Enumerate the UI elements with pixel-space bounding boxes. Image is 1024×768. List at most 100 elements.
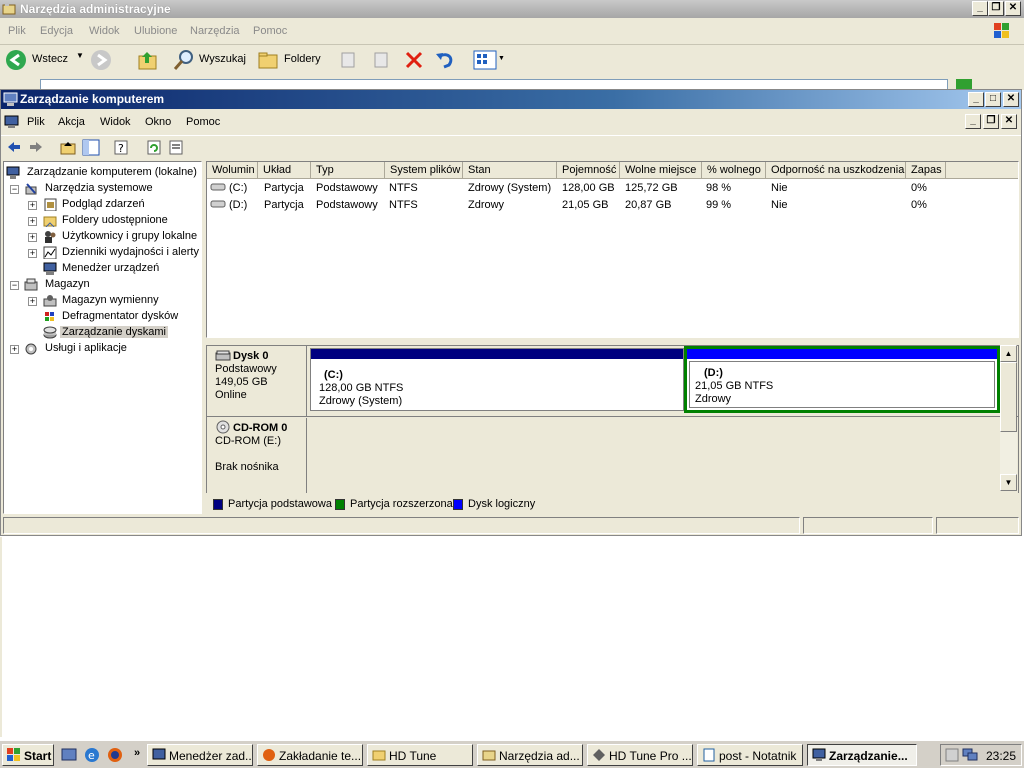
views-dropdown-icon[interactable]: ▼ [498,55,505,62]
forward-icon[interactable] [27,139,45,156]
mmc-menu-plik[interactable]: Plik [27,116,45,128]
up-folder-icon[interactable] [137,49,159,71]
menu-narzedzia[interactable]: Narzędzia [190,25,240,37]
task-button[interactable]: Menedżer zad... [147,744,253,766]
clock[interactable]: 23:25 [986,749,1016,763]
partition-d-status: Zdrowy [695,393,732,405]
up-one-level-icon[interactable] [59,139,77,156]
column-header[interactable]: Pojemność [557,162,620,179]
search-button[interactable]: Wyszukaj [199,53,246,65]
task-button[interactable]: post - Notatnik [697,744,803,766]
partition-d[interactable]: (D:) 21,05 GB NTFS Zdrowy [684,346,1000,413]
child-minimize-button[interactable]: _ [965,114,981,129]
back-arrow-icon[interactable] [5,49,27,71]
views-icon[interactable] [473,50,497,70]
explorer-addressbar[interactable] [0,76,1024,90]
cdrom-0-label[interactable]: CD-ROM 0 CD-ROM (E:) Brak nośnika [207,418,307,494]
quicklaunch-more-icon[interactable]: » [134,747,140,759]
mmc-minimize-button[interactable]: _ [968,92,984,107]
partition-d-size: 21,05 GB NTFS [695,380,774,392]
column-header[interactable]: System plików [385,162,463,179]
disk-map[interactable]: Dysk 0 Podstawowy 149,05 GB Online (C:) … [206,345,1019,495]
mmc-menu-widok[interactable]: Widok [100,116,131,128]
column-header[interactable]: Odporność na uszkodzenia [766,162,906,179]
console-icon[interactable] [4,114,19,129]
menu-pomoc[interactable]: Pomoc [253,25,287,37]
mmc-menu-akcja[interactable]: Akcja [58,116,85,128]
mmc-title: Zarządzanie komputerem [20,92,165,106]
expand-icon[interactable]: + [10,345,19,354]
table-cell: (D:) [229,199,248,211]
scroll-thumb[interactable] [1000,362,1017,432]
users-icon [45,231,56,243]
child-restore-button[interactable]: ❐ [983,114,999,129]
column-header[interactable]: Wolne miejsce [620,162,702,179]
mmc-titlebar[interactable]: Zarządzanie komputerem _ □ ✕ [1,90,1021,109]
task-button-active[interactable]: Zarządzanie... [807,744,917,766]
refresh-icon[interactable] [145,139,163,156]
folders-button[interactable]: Foldery [284,53,321,65]
expand-icon[interactable]: + [28,249,37,258]
expand-icon[interactable]: + [28,201,37,210]
column-header[interactable]: Stan [463,162,557,179]
column-header[interactable]: Układ [258,162,311,179]
expand-icon[interactable]: + [28,233,37,242]
column-header[interactable]: % wolnego [702,162,766,179]
menu-ulubione[interactable]: Ulubione [134,25,177,37]
show-hide-tree-icon[interactable] [82,139,100,156]
explorer-titlebar[interactable]: Narzędzia administracyjne _ ❐ ✕ [0,0,1024,18]
disk-map-scrollbar[interactable]: ▲ ▼ [1000,345,1017,491]
firefox-icon[interactable] [107,747,123,763]
properties-icon[interactable]: ? [112,139,130,156]
task-button[interactable]: HD Tune [367,744,473,766]
menu-plik[interactable]: Plik [8,25,26,37]
tray-app-icon[interactable] [945,748,959,762]
chevron-down-icon[interactable]: ▼ [76,51,84,60]
pane-splitter[interactable] [206,339,1019,344]
column-header[interactable]: Wolumin [207,162,258,179]
partition-c[interactable]: (C:) 128,00 GB NTFS Zdrowy (System) [310,348,684,411]
disk-0-label[interactable]: Dysk 0 Podstawowy 149,05 GB Online [207,346,307,416]
table-cell: Zdrowy [468,199,505,211]
minimize-button[interactable]: _ [972,1,988,16]
internet-explorer-icon[interactable]: e [84,747,100,763]
mmc-maximize-button[interactable]: □ [985,92,1001,107]
expand-icon[interactable]: + [28,217,37,226]
scroll-down-icon[interactable]: ▼ [1000,474,1017,491]
performance-icon [43,246,57,259]
delete-icon[interactable] [404,50,424,70]
start-button[interactable]: Start [2,744,54,766]
table-cell: 0% [911,182,927,194]
column-header[interactable]: Typ [311,162,385,179]
copy-to-icon[interactable] [371,51,391,69]
export-list-icon[interactable] [167,139,185,156]
volume-list[interactable]: Wolumin Układ Typ System plików Stan Poj… [206,161,1019,338]
folders-icon[interactable] [257,49,281,71]
undo-icon[interactable] [434,50,456,70]
collapse-icon[interactable]: − [10,185,19,194]
search-icon[interactable] [172,49,196,71]
console-tree[interactable]: Zarządzanie komputerem (lokalne) − Narzę… [3,161,202,514]
network-icon[interactable] [962,748,978,762]
child-close-button[interactable]: ✕ [1001,114,1017,129]
table-cell: 128,00 GB [562,182,615,194]
task-button[interactable]: HD Tune Pro ... [587,744,693,766]
scroll-up-icon[interactable]: ▲ [1000,345,1017,362]
expand-icon[interactable]: + [28,297,37,306]
mmc-close-button[interactable]: ✕ [1003,92,1019,107]
collapse-icon[interactable]: − [10,281,19,290]
menu-widok[interactable]: Widok [89,25,120,37]
mmc-menu-okno[interactable]: Okno [145,116,171,128]
task-button[interactable]: Narzędzia ad... [477,744,583,766]
show-desktop-icon[interactable] [61,747,77,763]
close-button[interactable]: ✕ [1005,1,1021,16]
restore-button[interactable]: ❐ [988,1,1004,16]
column-header[interactable]: Zapas [906,162,946,179]
forward-arrow-icon[interactable] [90,49,112,71]
move-to-icon[interactable] [340,51,360,69]
mmc-menu-pomoc[interactable]: Pomoc [186,116,220,128]
back-button[interactable]: Wstecz [32,53,68,65]
menu-edycja[interactable]: Edycja [40,25,73,37]
task-button[interactable]: Zakładanie te... [257,744,363,766]
back-icon[interactable] [5,139,23,156]
